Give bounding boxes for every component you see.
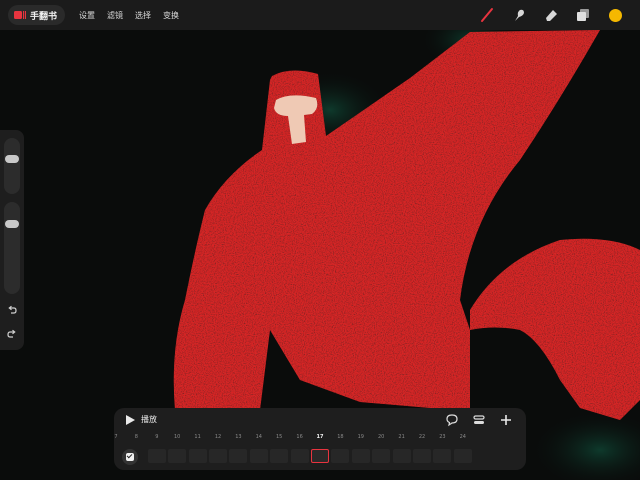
brush-size-thumb[interactable] (5, 155, 19, 163)
eraser-icon (546, 10, 557, 21)
frame-cell[interactable] (433, 449, 452, 463)
menu-select[interactable]: 选择 (135, 10, 151, 21)
menu-filters[interactable]: 滤镜 (107, 10, 123, 21)
frame-cell[interactable] (188, 449, 207, 463)
color-picker[interactable] (606, 6, 624, 24)
frame-cell[interactable] (147, 449, 166, 463)
top-toolbar: 手翻书 设置 滤镜 选择 变换 (0, 0, 640, 30)
frame-cell[interactable] (331, 449, 350, 463)
frame-number: 21 (398, 434, 405, 440)
frame-number: 12 (214, 434, 222, 440)
comment-icon[interactable] (445, 413, 459, 427)
menu-settings[interactable]: 设置 (79, 10, 95, 21)
left-sidebar (0, 130, 24, 350)
frame-cell[interactable] (392, 449, 411, 463)
play-icon[interactable] (124, 414, 136, 426)
frame-number: 14 (255, 434, 262, 440)
layers-tool[interactable] (574, 6, 592, 24)
color-swatch (608, 8, 622, 22)
play-label[interactable]: 播放 (141, 414, 157, 426)
redo-button[interactable] (4, 326, 20, 342)
brush-icon (481, 8, 493, 22)
smudge-tool[interactable] (510, 6, 528, 24)
frame-ruler: 7 8 9 10 11 12 13 14 15 16 17 18 19 20 21 22 23 24 (114, 434, 526, 444)
undo-icon (8, 305, 17, 314)
frame-number: 16 (296, 434, 303, 440)
frame-number: 15 (276, 434, 283, 440)
frame-number: 11 (194, 434, 201, 440)
frame-number: 22 (418, 434, 426, 440)
brush-tool[interactable] (478, 6, 496, 24)
opacity-thumb[interactable] (5, 220, 19, 228)
undo-button[interactable] (4, 302, 20, 318)
frame-cell[interactable] (413, 449, 431, 463)
frame-number: 24 (459, 434, 466, 440)
settings-icon[interactable] (472, 413, 486, 427)
frame-number: 8 (134, 434, 138, 440)
frame-number: 9 (155, 434, 159, 440)
frame-cell[interactable] (290, 449, 309, 463)
frame-cell[interactable] (209, 449, 227, 463)
menu-transform[interactable]: 变换 (163, 10, 179, 21)
flipbook-icon (14, 11, 26, 19)
onion-skin-toggle[interactable] (122, 449, 138, 465)
smudge-icon (515, 9, 524, 21)
main-menu: 设置 滤镜 选择 变换 (79, 10, 179, 21)
frame-cell[interactable] (168, 449, 187, 463)
timeline-header: 播放 (114, 408, 526, 432)
frame-cell[interactable] (453, 449, 472, 463)
eraser-tool[interactable] (542, 6, 560, 24)
add-icon[interactable] (499, 413, 513, 427)
opacity-slider[interactable] (4, 202, 20, 294)
frame-number: 19 (357, 434, 364, 440)
frame-number: 13 (235, 434, 242, 440)
gallery-label: 手翻书 (30, 11, 58, 22)
frame-cell[interactable] (229, 449, 248, 463)
frame-number: 17 (316, 434, 324, 440)
frame-cell[interactable] (270, 449, 289, 463)
frame-number: 18 (337, 434, 344, 440)
frame-number: 7 (114, 434, 118, 440)
frame-cell[interactable] (351, 449, 370, 463)
frame-number: 20 (378, 434, 385, 440)
layers-icon (577, 9, 589, 21)
checkbox-icon (126, 453, 134, 461)
frame-number: 23 (439, 434, 446, 440)
current-frame-cell[interactable] (311, 449, 329, 463)
gallery-button[interactable]: 手翻书 (8, 5, 66, 25)
brush-size-slider[interactable] (4, 138, 20, 194)
frame-cell[interactable] (372, 449, 391, 463)
animation-timeline: 播放 7 8 9 10 11 12 13 14 15 16 17 18 19 20 21 22 23 24 (114, 408, 526, 470)
redo-icon (7, 329, 16, 338)
frame-cell[interactable] (249, 449, 268, 463)
frame-number: 10 (174, 434, 181, 440)
tool-group (478, 0, 624, 30)
